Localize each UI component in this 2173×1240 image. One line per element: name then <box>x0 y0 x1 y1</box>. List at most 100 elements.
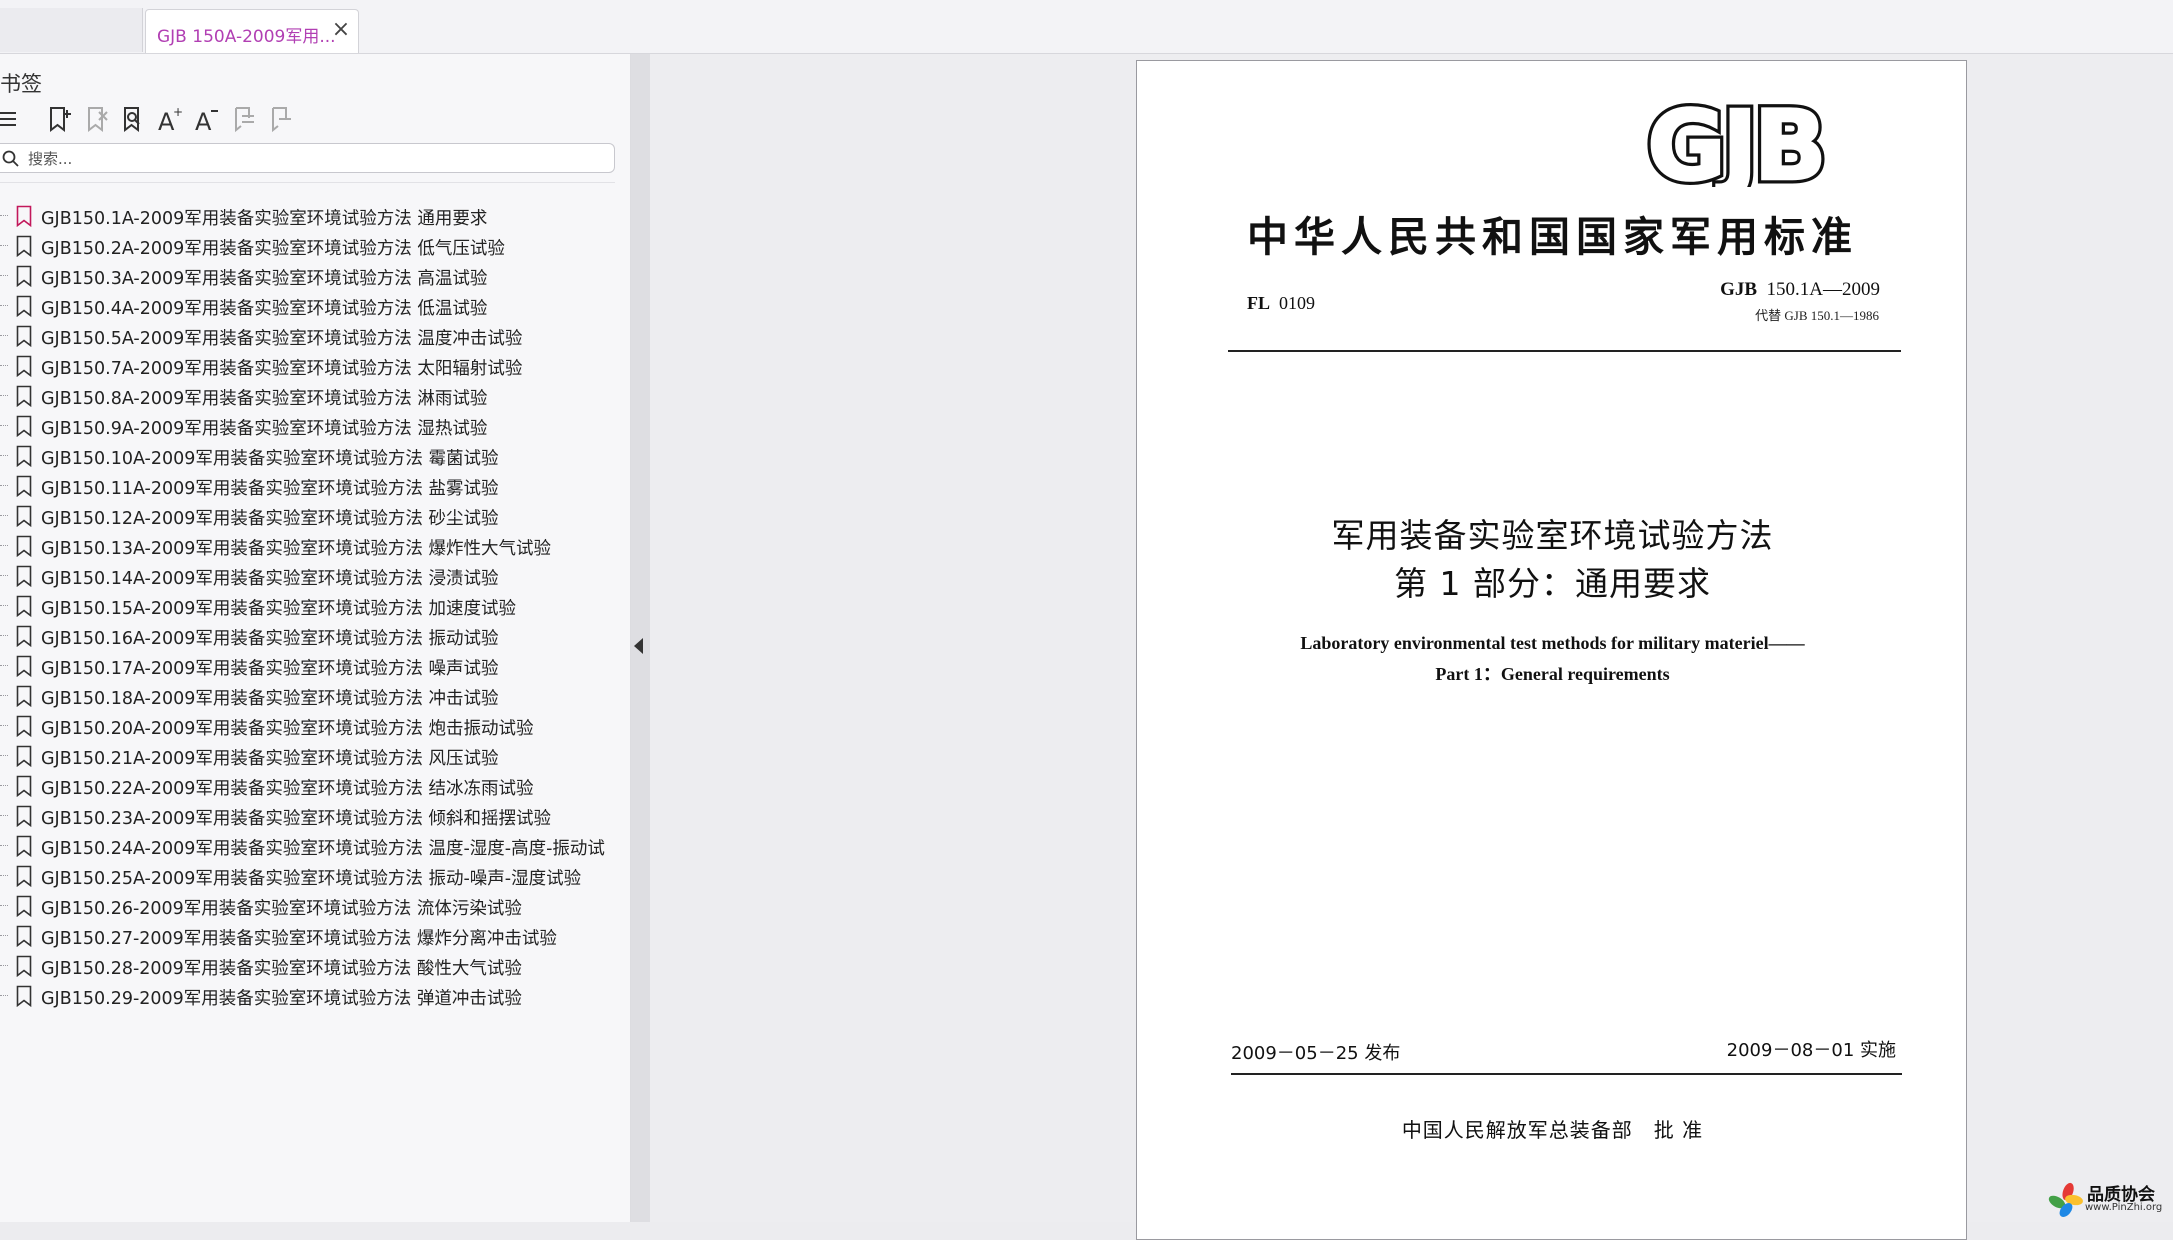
bookmark-label: GJB150.13A-2009军用装备实验室环境试验方法 爆炸性大气试验 <box>41 539 551 559</box>
bookmark-label: GJB150.24A-2009军用装备实验室环境试验方法 温度-湿度-高度-振动… <box>41 839 605 859</box>
bookmark-icon <box>16 265 32 287</box>
tree-connector <box>0 665 8 666</box>
panel-title: 书签 <box>0 72 42 96</box>
svg-text:GJB: GJB <box>1647 97 1823 187</box>
bookmark-icon <box>16 625 32 647</box>
tab-label: GJB 150A-2009军用... <box>157 27 336 47</box>
bookmark-item[interactable]: GJB150.3A-2009军用装备实验室环境试验方法 高温试验 <box>0 261 630 291</box>
bookmark-label: GJB150.28-2009军用装备实验室环境试验方法 酸性大气试验 <box>41 959 522 979</box>
divider <box>0 182 615 183</box>
collapse-bookmark-icon[interactable] <box>267 104 297 136</box>
bookmark-item[interactable]: GJB150.8A-2009军用装备实验室环境试验方法 淋雨试验 <box>0 381 630 411</box>
bookmark-item[interactable]: GJB150.24A-2009军用装备实验室环境试验方法 温度-湿度-高度-振动… <box>0 831 630 861</box>
replaces-note: 代替 GJB 150.1—1986 <box>1755 308 1879 323</box>
svg-text:A: A <box>195 108 212 134</box>
tree-connector <box>0 275 8 276</box>
tree-connector <box>0 725 8 726</box>
tree-connector <box>0 425 8 426</box>
bookmark-label: GJB150.12A-2009军用装备实验室环境试验方法 砂尘试验 <box>41 509 499 529</box>
cn-title-line2: 第 1 部分：通用要求 <box>1394 564 1711 603</box>
tree-connector <box>0 485 8 486</box>
bookmark-item[interactable]: GJB150.25A-2009军用装备实验室环境试验方法 振动-噪声-湿度试验 <box>0 861 630 891</box>
bookmark-item[interactable]: GJB150.2A-2009军用装备实验室环境试验方法 低气压试验 <box>0 231 630 261</box>
bookmark-item[interactable]: GJB150.23A-2009军用装备实验室环境试验方法 倾斜和摇摆试验 <box>0 801 630 831</box>
collapse-arrow-icon[interactable] <box>634 638 643 654</box>
bookmark-item[interactable]: GJB150.9A-2009军用装备实验室环境试验方法 湿热试验 <box>0 411 630 441</box>
bookmark-item[interactable]: GJB150.22A-2009军用装备实验室环境试验方法 结冰冻雨试验 <box>0 771 630 801</box>
bookmark-label: GJB150.3A-2009军用装备实验室环境试验方法 高温试验 <box>41 269 488 289</box>
bookmark-item[interactable]: GJB150.14A-2009军用装备实验室环境试验方法 浸渍试验 <box>0 561 630 591</box>
bookmark-item[interactable]: GJB150.7A-2009军用装备实验室环境试验方法 太阳辐射试验 <box>0 351 630 381</box>
bookmark-item[interactable]: GJB150.4A-2009军用装备实验室环境试验方法 低温试验 <box>0 291 630 321</box>
bookmark-label: GJB150.17A-2009军用装备实验室环境试验方法 噪声试验 <box>41 659 499 679</box>
close-icon[interactable]: × <box>330 19 352 41</box>
tree-connector <box>0 605 8 606</box>
bookmark-item[interactable]: GJB150.26-2009军用装备实验室环境试验方法 流体污染试验 <box>0 891 630 921</box>
header-rule <box>1228 350 1901 352</box>
bookmark-label: GJB150.1A-2009军用装备实验室环境试验方法 通用要求 <box>41 209 488 229</box>
list-menu-icon[interactable] <box>0 104 30 136</box>
tree-connector <box>0 635 8 636</box>
bookmark-item[interactable]: GJB150.11A-2009军用装备实验室环境试验方法 盐雾试验 <box>0 471 630 501</box>
font-increase-icon[interactable]: A + <box>155 104 185 136</box>
bookmark-search-icon[interactable] <box>118 104 148 136</box>
tab-bar: GJB 150A-2009军用... × <box>0 0 2173 54</box>
bookmark-item[interactable]: GJB150.18A-2009军用装备实验室环境试验方法 冲击试验 <box>0 681 630 711</box>
tree-connector <box>0 845 8 846</box>
bookmark-label: GJB150.22A-2009军用装备实验室环境试验方法 结冰冻雨试验 <box>41 779 534 799</box>
font-decrease-icon[interactable]: A <box>192 104 222 136</box>
bookmark-icon <box>16 715 32 737</box>
search-input[interactable] <box>26 146 600 172</box>
bookmark-icon <box>16 415 32 437</box>
bookmark-icon <box>16 475 32 497</box>
panel-collapse-handle[interactable] <box>631 54 650 1222</box>
bookmark-icon <box>16 775 32 797</box>
tree-connector <box>0 515 8 516</box>
bookmark-icon <box>16 505 32 527</box>
bookmark-item[interactable]: GJB150.1A-2009军用装备实验室环境试验方法 通用要求 <box>0 201 630 231</box>
watermark-url: www.PinZhi.org <box>2085 1202 2163 1213</box>
bookmark-item[interactable]: GJB150.21A-2009军用装备实验室环境试验方法 风压试验 <box>0 741 630 771</box>
bookmark-label: GJB150.20A-2009军用装备实验室环境试验方法 炮击振动试验 <box>41 719 534 739</box>
document-viewer[interactable]: GJB GJB 中华人民共和国国家军用标准 FL 0109 GJB 150.1A… <box>650 54 2173 1240</box>
bookmark-icon <box>16 925 32 947</box>
bookmark-icon <box>16 325 32 347</box>
bookmark-icon <box>16 385 32 407</box>
bookmark-item[interactable]: GJB150.17A-2009军用装备实验室环境试验方法 噪声试验 <box>0 651 630 681</box>
std-prefix: GJB <box>1720 279 1758 300</box>
bookmark-item[interactable]: GJB150.28-2009军用装备实验室环境试验方法 酸性大气试验 <box>0 951 630 981</box>
bookmark-icon <box>16 205 32 227</box>
tree-connector <box>0 755 8 756</box>
delete-bookmark-icon[interactable] <box>82 104 112 136</box>
tree-connector <box>0 455 8 456</box>
bookmark-label: GJB150.14A-2009军用装备实验室环境试验方法 浸渍试验 <box>41 569 499 589</box>
approver: 中国人民解放军总装备部 批 准 <box>1401 1118 1704 1142</box>
tree-connector <box>0 815 8 816</box>
bookmark-item[interactable]: GJB150.20A-2009军用装备实验室环境试验方法 炮击振动试验 <box>0 711 630 741</box>
bookmark-item[interactable]: GJB150.16A-2009军用装备实验室环境试验方法 振动试验 <box>0 621 630 651</box>
expand-bookmark-icon[interactable] <box>230 104 260 136</box>
tree-connector <box>0 365 8 366</box>
fl-code: 0109 <box>1279 293 1316 313</box>
bookmark-icon <box>16 955 32 977</box>
bookmark-item[interactable]: GJB150.15A-2009军用装备实验室环境试验方法 加速度试验 <box>0 591 630 621</box>
bookmark-item[interactable]: GJB150.27-2009军用装备实验室环境试验方法 爆炸分离冲击试验 <box>0 921 630 951</box>
tree-connector <box>0 215 8 216</box>
search-icon <box>2 150 19 167</box>
bookmark-item[interactable]: GJB150.12A-2009军用装备实验室环境试验方法 砂尘试验 <box>0 501 630 531</box>
bookmark-item[interactable]: GJB150.5A-2009军用装备实验室环境试验方法 温度冲击试验 <box>0 321 630 351</box>
bookmark-list: GJB150.1A-2009军用装备实验室环境试验方法 通用要求 GJB150.2… <box>0 201 630 1011</box>
bookmark-icon <box>16 865 32 887</box>
tab-document[interactable]: GJB 150A-2009军用... × <box>145 9 359 53</box>
tree-connector <box>0 545 8 546</box>
site-watermark: 品质协会 www.PinZhi.org <box>2045 1178 2173 1222</box>
bookmark-icon <box>16 655 32 677</box>
bookmark-label: GJB150.5A-2009军用装备实验室环境试验方法 温度冲击试验 <box>41 329 523 349</box>
tree-connector <box>0 245 8 246</box>
bookmark-item[interactable]: GJB150.13A-2009军用装备实验室环境试验方法 爆炸性大气试验 <box>0 531 630 561</box>
tree-connector <box>0 995 8 996</box>
bookmark-item[interactable]: GJB150.29-2009军用装备实验室环境试验方法 弹道冲击试验 <box>0 981 630 1011</box>
bookmark-item[interactable]: GJB150.10A-2009军用装备实验室环境试验方法 霉菌试验 <box>0 441 630 471</box>
tab-blank[interactable] <box>0 8 143 52</box>
add-bookmark-icon[interactable] <box>44 104 74 136</box>
